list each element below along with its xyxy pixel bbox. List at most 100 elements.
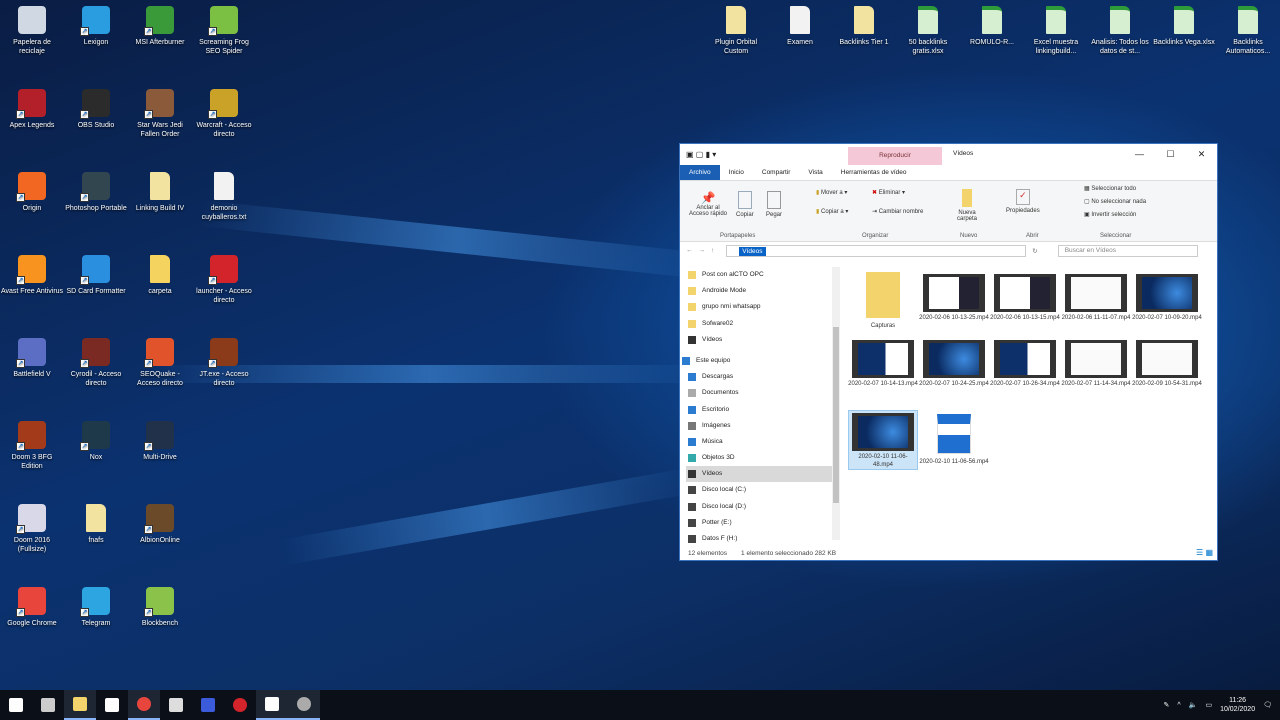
taskbar-mail[interactable] xyxy=(256,690,288,720)
desktop-icon[interactable]: ↗ Telegram xyxy=(64,583,128,628)
desktop-icon[interactable]: Papelera de reciclaje xyxy=(0,2,64,56)
move-to-button[interactable]: ▮ Mover a ▾ xyxy=(816,189,847,196)
forward-button[interactable]: → xyxy=(699,247,706,254)
nav-item[interactable]: Documentos xyxy=(686,385,834,401)
video-file-item[interactable]: 2020-02-07 10-26-34.mp4 xyxy=(990,338,1060,388)
desktop-icon[interactable]: ↗ MSI Afterburner xyxy=(128,2,192,47)
desktop-icon[interactable]: ↗ Doom 2016 (Fullsize) xyxy=(0,500,64,554)
desktop-icon[interactable]: fnafs xyxy=(64,500,128,545)
show-hidden-icons[interactable]: ^ xyxy=(1177,702,1180,709)
minimize-button[interactable]: — xyxy=(1124,144,1155,165)
people-icon[interactable]: ✎ xyxy=(1164,701,1170,709)
nav-item[interactable]: Vídeos xyxy=(686,332,834,348)
nav-item[interactable]: Imágenes xyxy=(686,418,834,434)
clock[interactable]: 11:26 10/02/2020 xyxy=(1220,696,1255,714)
desktop-icon[interactable]: 50 backlinks gratis.xlsx xyxy=(896,2,960,56)
desktop-icon[interactable]: ↗ SEOQuake - Acceso directo xyxy=(128,334,192,388)
properties-button[interactable]: ✓ Propiedades xyxy=(1006,189,1040,214)
tab-archivo[interactable]: Archivo xyxy=(680,165,720,180)
video-file-item[interactable]: 2020-02-06 10-13-15.mp4 xyxy=(990,272,1060,322)
video-file-item[interactable]: 2020-02-06 11-11-07.mp4 xyxy=(1061,272,1131,322)
video-file-item[interactable]: 2020-02-09 10-54-31.mp4 xyxy=(1132,338,1202,388)
taskbar-start[interactable] xyxy=(0,690,32,720)
delete-button[interactable]: ✖ Eliminar ▾ xyxy=(872,189,905,196)
nav-item[interactable]: Descargas xyxy=(686,369,834,385)
nav-item[interactable]: Vídeos xyxy=(686,466,834,483)
taskbar-chrome[interactable] xyxy=(128,690,160,720)
video-file-item[interactable]: 2020-02-07 11-14-34.mp4 xyxy=(1061,338,1131,388)
desktop-icon[interactable]: demonio cuyballeros.txt xyxy=(192,168,256,222)
copy-button[interactable]: Copiar xyxy=(736,191,754,218)
desktop-icon[interactable]: ↗ Origin xyxy=(0,168,64,213)
taskbar-steam[interactable] xyxy=(160,690,192,720)
desktop-icon[interactable]: ↗ Avast Free Antivirus xyxy=(0,251,64,296)
desktop-icon[interactable]: ↗ Warcraft - Acceso directo xyxy=(192,85,256,139)
nav-item[interactable]: Post con alCTO OPC xyxy=(686,267,834,283)
nav-item[interactable]: grupo nmi whatsapp xyxy=(686,299,834,315)
copy-to-button[interactable]: ▮ Copiar a ▾ xyxy=(816,208,848,215)
tab-vista[interactable]: Vista xyxy=(799,165,831,180)
video-file-item[interactable]: 2020-02-07 10-14-13.mp4 xyxy=(848,338,918,388)
video-file-item[interactable]: 2020-02-06 10-13-25.mp4 xyxy=(919,272,989,322)
nav-item[interactable]: Disco local (C:) xyxy=(686,482,834,498)
paste-button[interactable]: Pegar xyxy=(766,191,782,218)
title-bar[interactable]: ▣ ▢ ▮ ▾ Reproducir Vídeos — ☐ ✕ xyxy=(680,144,1217,165)
desktop-icon[interactable]: ↗ Apex Legends xyxy=(0,85,64,130)
desktop-icon[interactable]: ↗ Blockbench xyxy=(128,583,192,628)
video-file-item[interactable]: 2020-02-07 10-09-20.mp4 xyxy=(1132,272,1202,322)
folder-item[interactable]: Capturas xyxy=(848,272,918,330)
desktop-icon[interactable]: ↗ Battlefield V xyxy=(0,334,64,379)
desktop-icon[interactable]: ↗ SD Card Formatter xyxy=(64,251,128,296)
taskbar-opera[interactable] xyxy=(224,690,256,720)
desktop-icon[interactable]: ↗ Cyrodil - Acceso directo xyxy=(64,334,128,388)
nav-item[interactable]: Este equipo xyxy=(682,353,834,369)
nav-item[interactable]: Disco local (D:) xyxy=(686,499,834,515)
volume-icon[interactable]: 🔈 xyxy=(1189,701,1198,709)
nav-item[interactable]: Objetos 3D xyxy=(686,450,834,466)
desktop-icon[interactable]: ↗ Photoshop Portable xyxy=(64,168,128,213)
video-file-item[interactable]: 2020-02-07 10-24-25.mp4 xyxy=(919,338,989,388)
search-input[interactable]: Buscar en Vídeos xyxy=(1057,244,1198,257)
taskbar-file-explorer[interactable] xyxy=(64,690,96,720)
video-file-item[interactable]: 2020-02-10 11-06-48.mp4 xyxy=(848,410,918,470)
new-folder-button[interactable]: Nueva carpeta xyxy=(952,189,982,222)
nav-item[interactable]: Música xyxy=(686,434,834,450)
desktop-icon[interactable]: Plugin Orbital Custom xyxy=(704,2,768,56)
invert-selection-button[interactable]: ▣ Invertir selección xyxy=(1084,211,1136,218)
nav-item[interactable]: Datos F (H:) xyxy=(686,531,834,547)
back-button[interactable]: ← xyxy=(686,247,693,254)
rename-button[interactable]: ⇥ Cambiar nombre xyxy=(872,208,923,215)
quick-access-toolbar[interactable]: ▣ ▢ ▮ ▾ xyxy=(686,150,716,159)
refresh-button[interactable]: ↻ xyxy=(1032,247,1037,255)
nav-item[interactable]: Escritorio xyxy=(686,402,834,418)
context-tab-reproducir[interactable]: Reproducir xyxy=(848,147,942,165)
desktop-icon[interactable]: ↗ Lexigon xyxy=(64,2,128,47)
taskbar-store[interactable] xyxy=(96,690,128,720)
desktop-icon[interactable]: Linking Build IV xyxy=(128,168,192,213)
select-all-button[interactable]: ▦ Seleccionar todo xyxy=(1084,185,1136,192)
nav-item[interactable]: Androide Mode xyxy=(686,283,834,299)
network-icon[interactable]: ▭ xyxy=(1205,701,1212,709)
desktop-icon[interactable]: Excel muestra linkingbuild... xyxy=(1024,2,1088,56)
address-bar[interactable]: Vídeos xyxy=(726,244,1027,257)
desktop-icon[interactable]: ↗ Screaming Frog SEO Spider xyxy=(192,2,256,56)
desktop-icon[interactable]: carpeta xyxy=(128,251,192,296)
select-none-button[interactable]: ▢ No seleccionar nada xyxy=(1084,198,1146,205)
desktop-icon[interactable]: ↗ AlbionOnline xyxy=(128,500,192,545)
video-file-item[interactable]: 2020-02-10 11-06-56.mp4 xyxy=(919,410,989,466)
file-explorer-window[interactable]: ▣ ▢ ▮ ▾ Reproducir Vídeos — ☐ ✕ Archivo Ini… xyxy=(679,143,1218,561)
desktop-icon[interactable]: ↗ Google Chrome xyxy=(0,583,64,628)
taskbar-app-blue[interactable] xyxy=(192,690,224,720)
desktop-icon[interactable]: Analisis: Todos los datos de st... xyxy=(1088,2,1152,56)
taskbar-task-view[interactable] xyxy=(32,690,64,720)
taskbar-settings[interactable] xyxy=(288,690,320,720)
nav-item[interactable]: Potter (E:) xyxy=(686,515,834,531)
notifications-icon[interactable]: 🗨 xyxy=(1263,701,1272,709)
desktop-icon[interactable]: ↗ JT.exe - Acceso directo xyxy=(192,334,256,388)
tab-compartir[interactable]: Compartir xyxy=(753,165,800,180)
close-button[interactable]: ✕ xyxy=(1186,144,1217,165)
nav-scrollbar[interactable] xyxy=(832,267,840,540)
desktop-icon[interactable]: ↗ OBS Studio xyxy=(64,85,128,130)
up-button[interactable]: ↑ xyxy=(711,247,714,254)
view-toggle[interactable]: ☰ ▦ xyxy=(1196,548,1213,557)
